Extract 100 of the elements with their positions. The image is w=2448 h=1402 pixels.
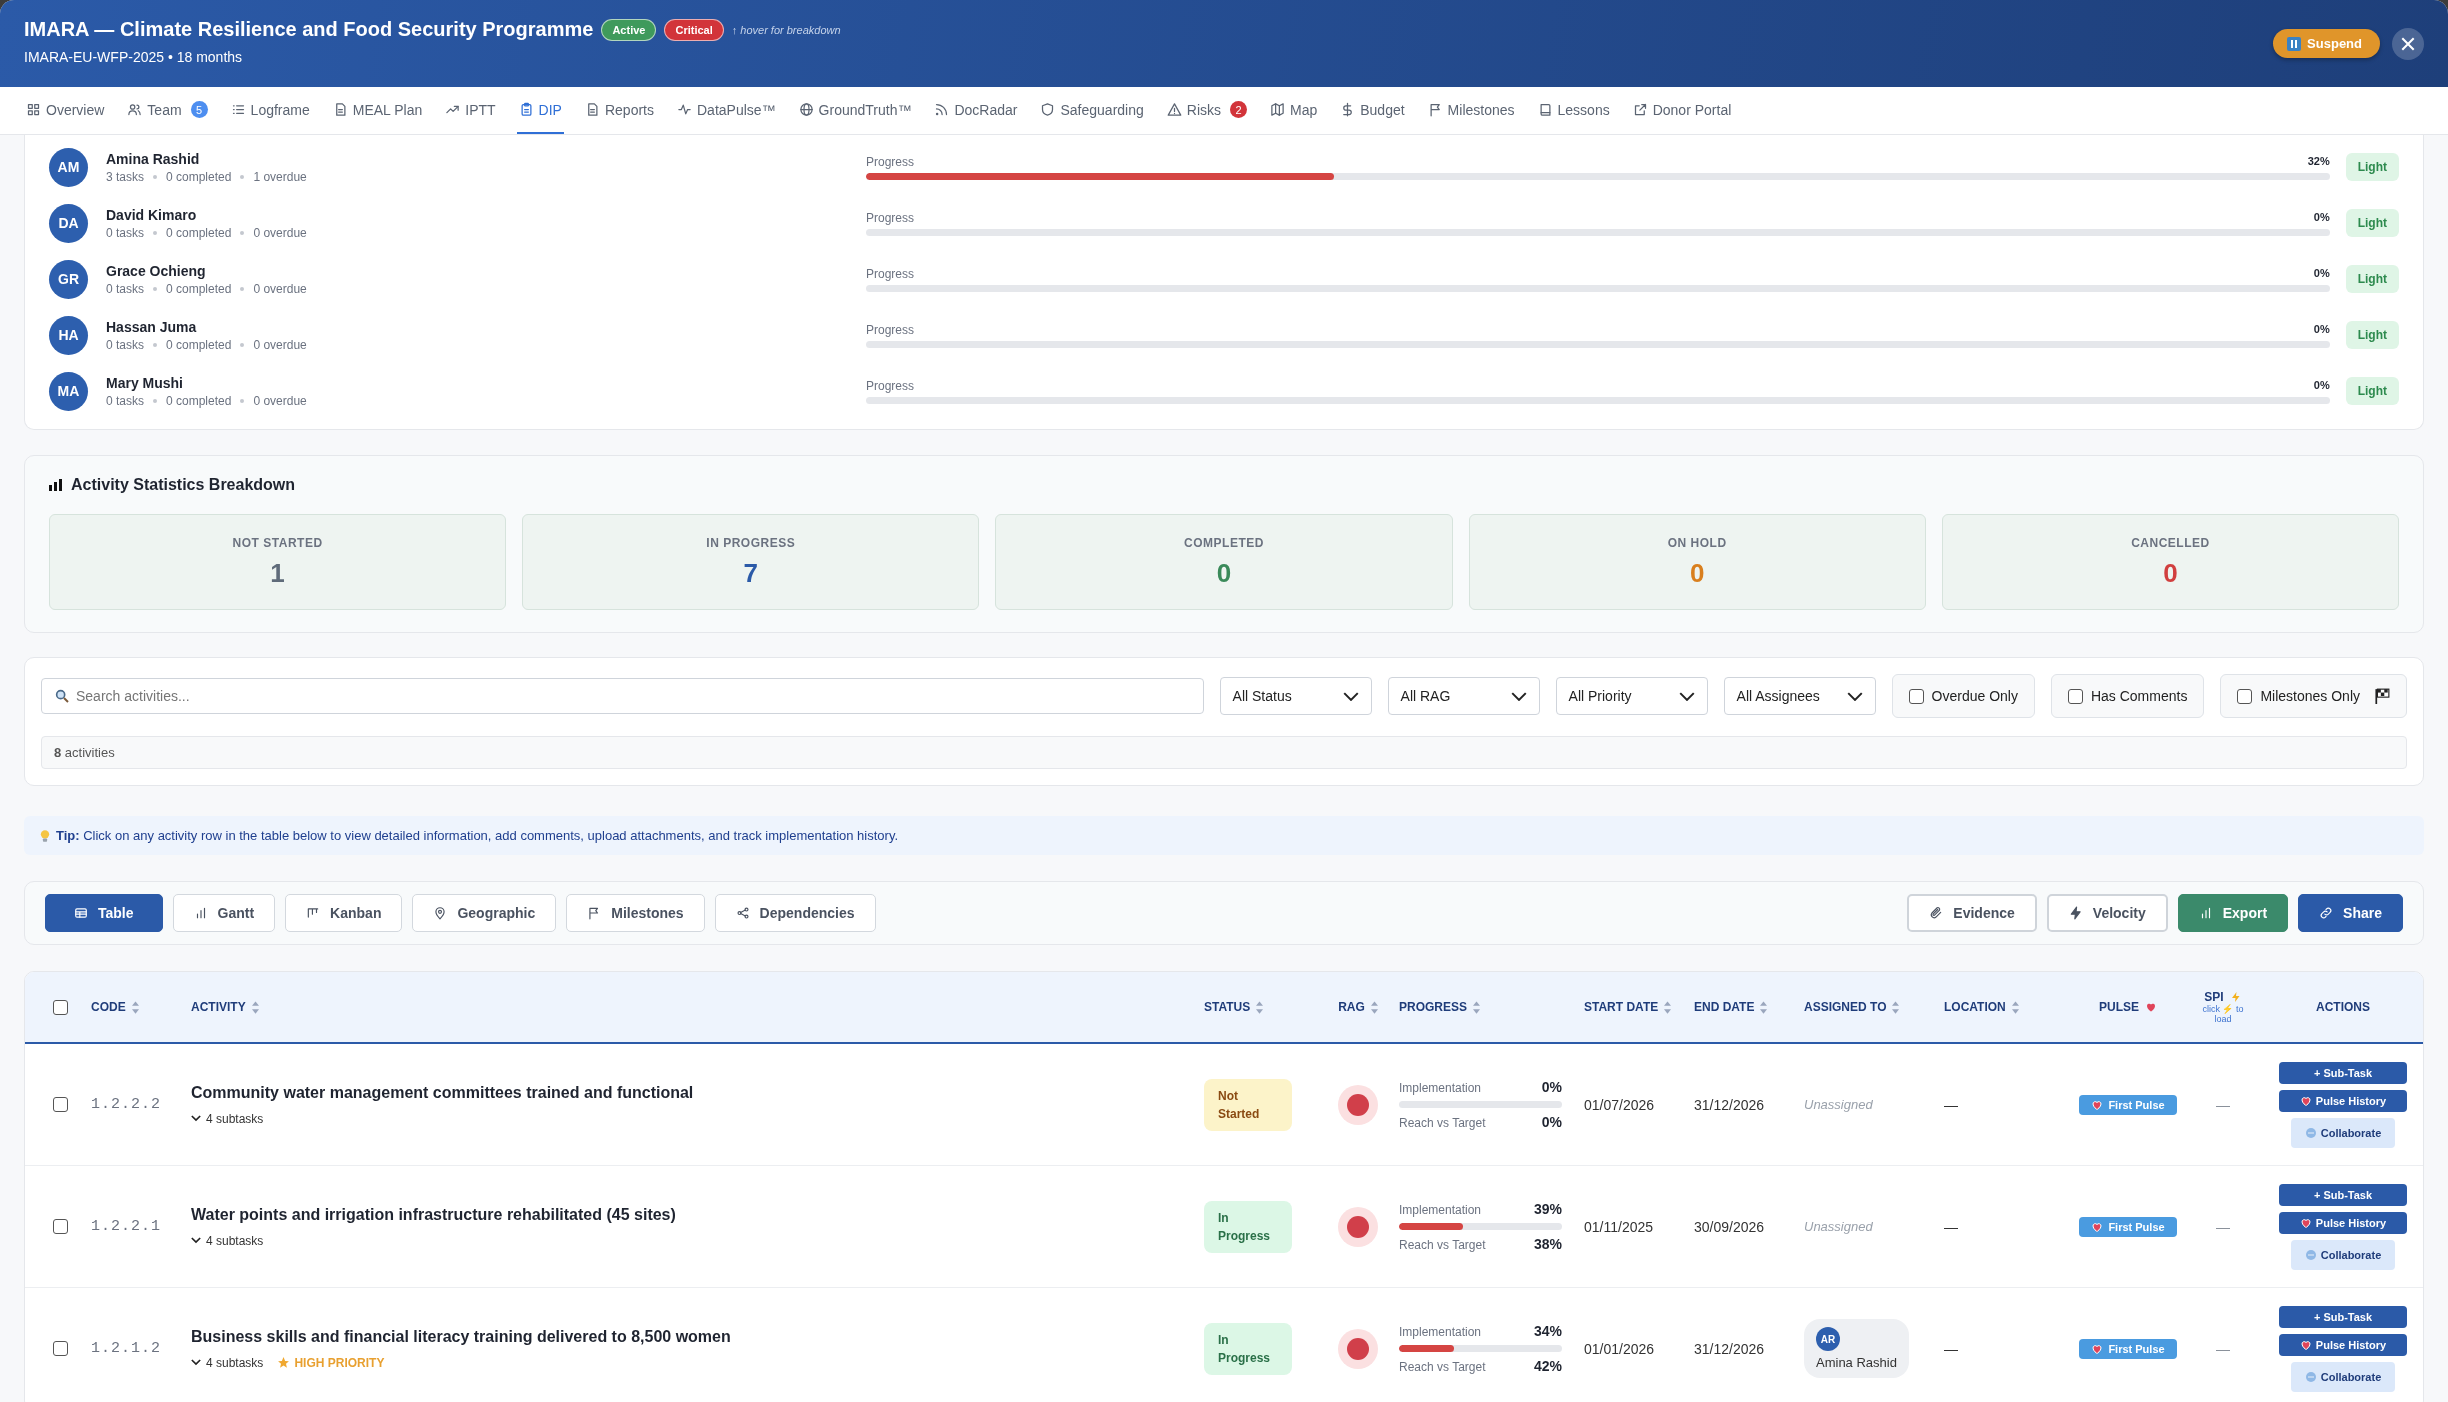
checkbox[interactable] (1908, 688, 1924, 704)
close-icon (2400, 35, 2416, 52)
overdue-count: 1 overdue (253, 169, 307, 184)
filter-toggle[interactable]: Overdue Only (1891, 674, 2035, 718)
nav-tab[interactable]: Overview (24, 87, 107, 134)
filter-dropdown[interactable]: All RAG (1387, 677, 1540, 715)
filter-dropdown[interactable]: All Assignees (1723, 677, 1876, 715)
sort-icon[interactable] (1760, 1000, 1768, 1014)
activity-code: 1.2.1.2 (91, 1340, 162, 1357)
column-header[interactable]: PROGRESS (1399, 1000, 1467, 1014)
reach-label: Reach vs Target (1399, 1360, 1486, 1374)
feed-icon (934, 102, 950, 117)
column-header[interactable]: ASSIGNED TO (1804, 1000, 1887, 1014)
row-action-button[interactable]: Pulse History (2279, 1333, 2407, 1356)
row-action-button[interactable]: Collaborate (2291, 1361, 2395, 1392)
view-tab[interactable]: Geographic (412, 894, 557, 932)
row-action-button[interactable]: + Sub-Task (2279, 1183, 2407, 1206)
nav-tab[interactable]: Risks 2 (1164, 87, 1249, 134)
select-all-checkbox[interactable] (52, 999, 68, 1015)
checkbox[interactable] (2237, 688, 2253, 704)
overdue-count: 0 overdue (253, 225, 307, 240)
clipboard-icon (518, 102, 534, 117)
filter-toggle[interactable]: Milestones Only (2220, 674, 2407, 718)
row-action-button[interactable]: Pulse History (2279, 1211, 2407, 1234)
status-pill: In Progress (1204, 1200, 1292, 1253)
column-header[interactable]: STATUS (1204, 1000, 1251, 1014)
column-header[interactable]: START DATE (1584, 1000, 1659, 1014)
member-name: Mary Mushi (106, 374, 184, 391)
sort-icon[interactable] (1892, 1000, 1900, 1014)
filter-dropdown[interactable]: All Priority (1555, 677, 1708, 715)
action-button[interactable]: Evidence (1907, 894, 2037, 932)
column-header[interactable]: END DATE (1694, 1000, 1755, 1014)
row-checkbox[interactable] (52, 1341, 68, 1356)
row-action-button[interactable]: + Sub-Task (2279, 1061, 2407, 1084)
nav-tab[interactable]: DataPulse™ (675, 87, 778, 134)
start-date: 01/07/2026 (1584, 1096, 1656, 1113)
sort-icon[interactable] (1473, 1000, 1480, 1014)
avatar: HA (49, 315, 88, 355)
stat-value: 1 (270, 557, 285, 589)
checkbox[interactable] (2067, 688, 2083, 704)
nav-tab[interactable]: Milestones (1425, 87, 1517, 134)
task-count: 0 tasks (106, 393, 144, 408)
end-date: 31/12/2026 (1694, 1340, 1766, 1357)
row-action-button[interactable]: + Sub-Task (2279, 1305, 2407, 1328)
nav-tab[interactable]: Map (1268, 87, 1320, 134)
nav-tab[interactable]: DocRadar (932, 87, 1020, 134)
activity-count: 8 activities (41, 736, 2407, 769)
nav-tab[interactable]: IPTT (443, 87, 498, 134)
view-tab[interactable]: Kanban (285, 894, 403, 932)
subtasks-toggle[interactable]: 4 subtasks (191, 1355, 264, 1370)
sort-icon[interactable] (2011, 1000, 2019, 1014)
chevron-down-icon (191, 1237, 201, 1244)
sort-icon[interactable] (1370, 1000, 1378, 1014)
nav-tab[interactable]: Reports (582, 87, 656, 134)
tip-text: Tip: Click on any activity row in the table below to view detailed information, add comments, upload attachments, and track implementation history. (56, 828, 899, 843)
view-tab[interactable]: Dependencies (714, 894, 876, 932)
subtasks-toggle[interactable]: 4 subtasks (191, 1233, 264, 1248)
row-action-button[interactable]: Collaborate (2291, 1117, 2395, 1148)
project-subtitle: IMARA-EU-WFP-2025 • 18 months (24, 49, 244, 65)
subtasks-toggle[interactable]: 4 subtasks (191, 1111, 264, 1126)
nav-tab[interactable]: Logframe (228, 87, 312, 134)
action-button[interactable]: Share (2298, 894, 2403, 932)
row-action-button[interactable]: Pulse History (2279, 1089, 2407, 1112)
filter-toggle[interactable]: Has Comments (2050, 674, 2205, 718)
external-link-icon (1632, 102, 1648, 117)
filter-dropdown[interactable]: All Status (1219, 677, 1372, 715)
sort-icon[interactable] (1256, 1000, 1264, 1014)
action-button[interactable]: Export (2177, 894, 2289, 932)
nav-tab[interactable]: GroundTruth™ (796, 87, 914, 134)
nav-tab[interactable]: Donor Portal (1630, 87, 1734, 134)
sort-icon[interactable] (131, 1000, 139, 1014)
search-field[interactable]: Search activities... (41, 678, 1204, 714)
location-value: — (1944, 1218, 1959, 1235)
nav-tab[interactable]: Safeguarding (1038, 87, 1146, 134)
action-button[interactable]: Velocity (2046, 894, 2168, 932)
stat-value: 0 (1216, 557, 1232, 589)
nav-tab[interactable]: Team 5 (125, 87, 210, 134)
view-tab[interactable]: Milestones (566, 894, 705, 932)
row-checkbox[interactable] (52, 1219, 68, 1234)
nav-tab[interactable]: MEAL Plan (330, 87, 425, 134)
close-button[interactable] (2392, 27, 2424, 60)
completed-count: 0 completed (166, 393, 232, 408)
column-header[interactable]: LOCATION (1944, 1000, 2006, 1014)
view-tab[interactable]: Gantt (172, 894, 276, 932)
column-header[interactable]: RAG (1338, 1000, 1365, 1014)
nav-tab[interactable]: Lessons (1535, 87, 1612, 134)
column-header[interactable]: ACTIVITY (191, 1000, 246, 1014)
sort-icon[interactable] (1664, 1000, 1672, 1014)
completed-count: 0 completed (166, 337, 232, 352)
status-pill: In Progress (1204, 1322, 1292, 1375)
activity-title[interactable]: Community water management committees trained and functional (191, 1083, 1192, 1102)
view-tab[interactable]: Table (45, 894, 163, 932)
row-action-button[interactable]: Collaborate (2291, 1239, 2395, 1270)
activity-code: 1.2.2.2 (91, 1096, 162, 1113)
row-checkbox[interactable] (52, 1097, 68, 1112)
nav-tab[interactable]: Budget (1338, 87, 1407, 134)
sort-icon[interactable] (251, 1000, 259, 1014)
activity-title[interactable]: Business skills and financial literacy training delivered to 8,500 women (191, 1327, 1192, 1346)
column-header[interactable]: CODE (91, 1000, 126, 1014)
activity-title[interactable]: Water points and irrigation infrastructure rehabilitated (45 sites) (191, 1205, 1192, 1224)
